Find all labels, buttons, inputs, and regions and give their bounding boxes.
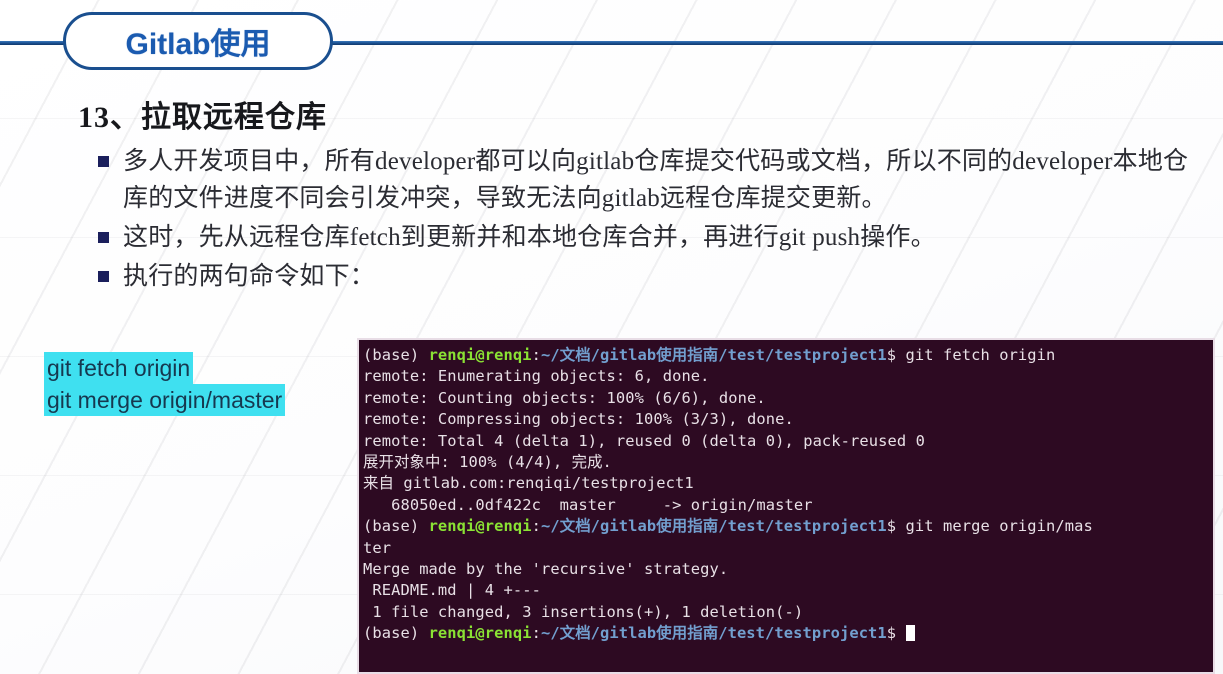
terminal-output-text: 来自 gitlab.com:renqiqi/testproject1 bbox=[363, 474, 694, 493]
terminal-line: 来自 gitlab.com:renqiqi/testproject1 bbox=[363, 473, 1213, 494]
terminal-prompt-path: ~/文档/gitlab使用指南/test/testproject1 bbox=[540, 624, 887, 643]
terminal-line: README.md | 4 +--- bbox=[363, 580, 1213, 601]
bullet-item-text: 执行的两句命令如下： bbox=[123, 263, 376, 290]
terminal-typed-command: git merge origin/mas bbox=[896, 517, 1093, 536]
terminal-typed-command bbox=[896, 624, 905, 642]
terminal-typed-command: git fetch origin bbox=[896, 346, 1056, 364]
terminal-line: ter bbox=[363, 538, 1213, 559]
terminal-line: (base) renqi@renqi:~/文档/gitlab使用指南/test/… bbox=[363, 345, 1213, 366]
terminal-output: (base) renqi@renqi:~/文档/gitlab使用指南/test/… bbox=[363, 345, 1213, 645]
terminal-line: remote: Compressing objects: 100% (3/3),… bbox=[363, 409, 1213, 430]
bullet-item: 多人开发项目中，所有developer都可以向gitlab仓库提交代码或文档，所… bbox=[98, 143, 1208, 217]
terminal-prompt-dollar: $ bbox=[886, 517, 897, 536]
terminal-prompt-separator: : bbox=[531, 517, 541, 536]
slide-canvas: Gitlab使用 13、拉取远程仓库 多人开发项目中，所有developer都可… bbox=[0, 0, 1223, 674]
terminal-prompt-user: renqi@renqi bbox=[428, 346, 532, 364]
terminal-line: (base) renqi@renqi:~/文档/gitlab使用指南/test/… bbox=[363, 516, 1213, 537]
terminal-prompt-env: (base) bbox=[363, 624, 429, 643]
terminal-cursor bbox=[905, 625, 915, 642]
bullet-item: 执行的两句命令如下： bbox=[98, 258, 1208, 295]
terminal-line: 1 file changed, 3 insertions(+), 1 delet… bbox=[363, 602, 1213, 623]
terminal-prompt-env: (base) bbox=[363, 517, 429, 536]
section-heading: 13、拉取远程仓库 bbox=[78, 101, 327, 134]
terminal-output-text: remote: Compressing objects: 100% (3/3),… bbox=[363, 410, 794, 429]
terminal-line: 展开对象中: 100% (4/4), 完成. bbox=[363, 452, 1213, 473]
terminal-output-text: remote: Total 4 (delta 1), reused 0 (del… bbox=[363, 431, 925, 450]
slide-title-pill: Gitlab使用 bbox=[63, 12, 333, 70]
bullet-item-text: 这时，先从远程仓库fetch到更新并和本地仓库合并，再进行git push操作。 bbox=[123, 224, 936, 251]
command-line-fetch: git fetch origin bbox=[44, 352, 194, 384]
terminal-prompt-dollar: $ bbox=[886, 624, 897, 643]
terminal-line: Merge made by the 'recursive' strategy. bbox=[363, 559, 1213, 580]
terminal-prompt-path: ~/文档/gitlab使用指南/test/testproject1 bbox=[540, 517, 887, 536]
bullet-list: 多人开发项目中，所有developer都可以向gitlab仓库提交代码或文档，所… bbox=[98, 143, 1208, 297]
terminal-output-text: 68050ed..0df422c master -> origin/master bbox=[363, 495, 813, 514]
terminal-output-text: remote: Enumerating objects: 6, done. bbox=[363, 367, 710, 386]
terminal-output-text: 展开对象中: 100% (4/4), 完成. bbox=[363, 453, 612, 472]
terminal-prompt-separator: : bbox=[531, 624, 541, 643]
terminal-prompt-dollar: $ bbox=[886, 346, 897, 364]
bullet-item-text: 多人开发项目中，所有developer都可以向gitlab仓库提交代码或文档，所… bbox=[123, 148, 1189, 212]
highlighted-command-block: git fetch origin git merge origin/master bbox=[44, 352, 286, 416]
terminal-output-text: remote: Counting objects: 100% (6/6), do… bbox=[363, 388, 766, 407]
bullet-item: 这时，先从远程仓库fetch到更新并和本地仓库合并，再进行git push操作。 bbox=[98, 219, 1208, 256]
terminal-prompt-path: ~/文档/gitlab使用指南/test/testproject1 bbox=[540, 346, 887, 364]
terminal-line: remote: Total 4 (delta 1), reused 0 (del… bbox=[363, 431, 1213, 452]
terminal-line: remote: Counting objects: 100% (6/6), do… bbox=[363, 388, 1213, 409]
terminal-line: 68050ed..0df422c master -> origin/master bbox=[363, 495, 1213, 516]
slide-title-text: Gitlab使用 bbox=[125, 28, 271, 61]
terminal-line: remote: Enumerating objects: 6, done. bbox=[363, 366, 1213, 387]
square-bullet-icon bbox=[98, 271, 109, 282]
terminal-output-text: Merge made by the 'recursive' strategy. bbox=[363, 560, 729, 579]
terminal-line: (base) renqi@renqi:~/文档/gitlab使用指南/test/… bbox=[363, 623, 1213, 644]
terminal-window[interactable]: (base) renqi@renqi:~/文档/gitlab使用指南/test/… bbox=[357, 338, 1215, 674]
command-line-merge: git merge origin/master bbox=[44, 384, 286, 416]
terminal-output-text: README.md | 4 +--- bbox=[363, 581, 541, 600]
terminal-prompt-user: renqi@renqi bbox=[428, 624, 532, 643]
terminal-prompt-user: renqi@renqi bbox=[428, 517, 532, 536]
square-bullet-icon bbox=[98, 156, 109, 167]
terminal-output-text: 1 file changed, 3 insertions(+), 1 delet… bbox=[363, 602, 804, 621]
terminal-output-text: ter bbox=[363, 538, 392, 557]
square-bullet-icon bbox=[98, 232, 109, 243]
terminal-prompt-separator: : bbox=[531, 346, 541, 364]
terminal-prompt-env: (base) bbox=[363, 346, 429, 364]
